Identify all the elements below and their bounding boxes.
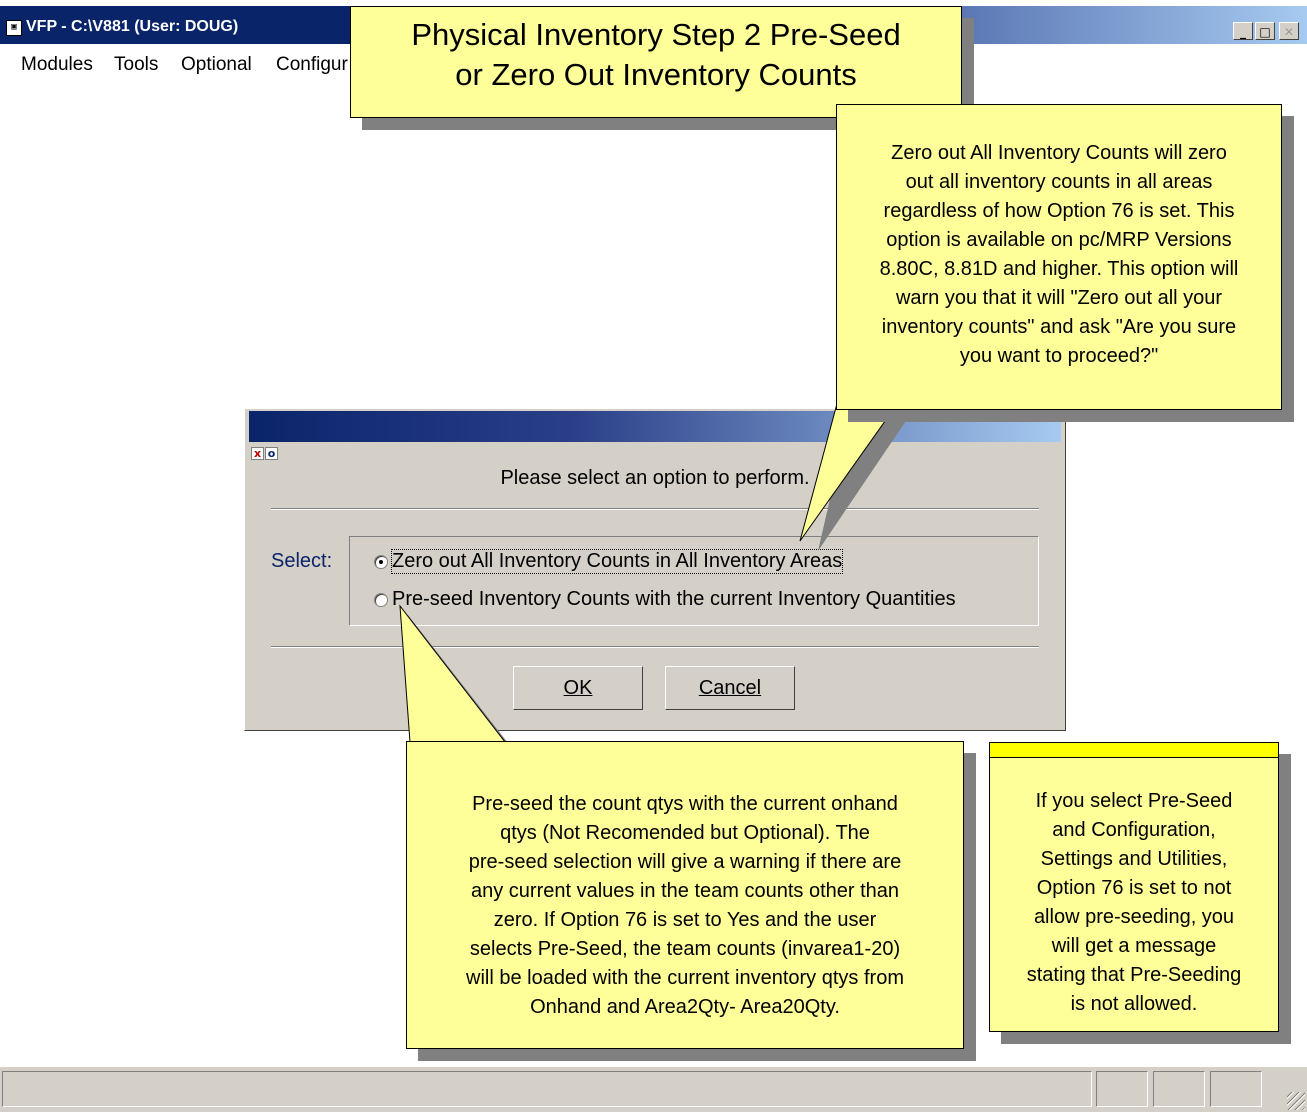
callout-line: any current values in the team counts ot… [470,880,900,902]
app-icon[interactable]: ▣ [6,20,22,36]
select-label: Select: [271,550,333,572]
callout-line: regardless of how Option 76 is set. This [883,200,1235,222]
option76-callout: If you select Pre-Seed and Configuration… [989,742,1279,1032]
window-title: VFP - C:\V881 (User: DOUG) [26,18,239,35]
radio-preseed[interactable] [374,592,388,607]
cancel-button[interactable]: Cancel [665,666,795,710]
dialog-restore-icon[interactable]: o [265,447,278,460]
titlebar-right-segment: _ □ ✕ [960,6,1307,44]
preseed-callout: Pre-seed the count qtys with the current… [406,741,964,1049]
maximize-icon[interactable]: □ [1255,22,1275,40]
option-preseed-label[interactable]: Pre-seed Inventory Counts with the curre… [392,588,956,611]
callout-header-bar [989,742,1279,758]
option-zero-out[interactable]: Zero out All Inventory Counts in All Inv… [374,549,844,574]
callout-line: inventory counts" and ask "Are you sure [881,316,1237,338]
status-panel [1096,1071,1148,1107]
callout-line: Onhand and Area2Qty- Area20Qty. [530,996,840,1018]
menu-optional[interactable]: Optional [181,54,252,76]
titlebar-left-segment: ▣ VFP - C:\V881 (User: DOUG) [0,6,352,44]
callout-line: Pre-seed the count qtys with the current… [472,793,898,815]
option-zero-out-label[interactable]: Zero out All Inventory Counts in All Inv… [390,549,844,574]
dialog-titlebar [249,411,1061,442]
callout-line: is not allowed. [1070,993,1198,1015]
callout-line: will be loaded with the current inventor… [466,967,904,989]
ok-button[interactable]: OK [513,666,643,710]
menu-tools[interactable]: Tools [114,54,158,76]
callout-line: allow pre-seeding, you [1033,906,1235,928]
callout-line: selects Pre-Seed, the team counts (invar… [469,938,901,960]
callout-line: will get a message [1051,935,1217,957]
status-panel [1210,1071,1262,1107]
minimize-icon[interactable]: _ [1233,22,1253,40]
callout-line: you want to proceed?" [959,345,1159,367]
title-line: or Zero Out Inventory Counts [455,57,857,92]
close-icon[interactable]: ✕ [1279,22,1299,40]
divider [271,508,1039,510]
window-controls: _ □ ✕ [1231,22,1299,40]
option-group: Zero out All Inventory Counts in All Inv… [349,536,1039,626]
callout-line: Settings and Utilities, [1040,848,1228,870]
callout-line: pre-seed selection will give a warning i… [468,851,902,873]
title-callout: Physical Inventory Step 2 Pre-Seed or Ze… [350,6,962,118]
status-main-panel [2,1071,1092,1107]
menu-configuration[interactable]: Configur [276,54,348,76]
option-dialog: x o Please select an option to perform. … [244,408,1066,731]
dialog-prompt: Please select an option to perform. [500,467,810,489]
callout-line: Option 76 is set to not [1036,877,1232,899]
callout-line: qtys (Not Recomended but Optional). The [500,822,870,844]
menu-modules[interactable]: Modules [21,54,93,76]
title-line: Physical Inventory Step 2 Pre-Seed [411,17,901,52]
callout-line: and Configuration, [1052,819,1216,841]
zero-out-callout: Zero out All Inventory Counts will zero … [836,104,1282,410]
callout-line: 8.80C, 8.81D and higher. This option wil… [879,258,1239,280]
callout-line: Zero out All Inventory Counts will zero [891,142,1227,164]
dialog-close-icon[interactable]: x [251,447,264,460]
status-panel [1153,1071,1205,1107]
callout-line: If you select Pre-Seed [1035,790,1233,812]
status-bar [0,1066,1307,1112]
callout-line: zero. If Option 76 is set to Yes and the… [493,909,877,931]
callout-line: option is available on pc/MRP Versions [886,229,1232,251]
divider [271,646,1039,648]
resize-grip-icon[interactable] [1287,1092,1305,1110]
callout-line: warn you that it will "Zero out all your [895,287,1223,309]
option-preseed[interactable]: Pre-seed Inventory Counts with the curre… [374,588,956,611]
callout-line: stating that Pre-Seeding [1026,964,1242,986]
radio-zero-out[interactable] [374,554,388,569]
callout-line: out all inventory counts in all areas [905,171,1213,193]
